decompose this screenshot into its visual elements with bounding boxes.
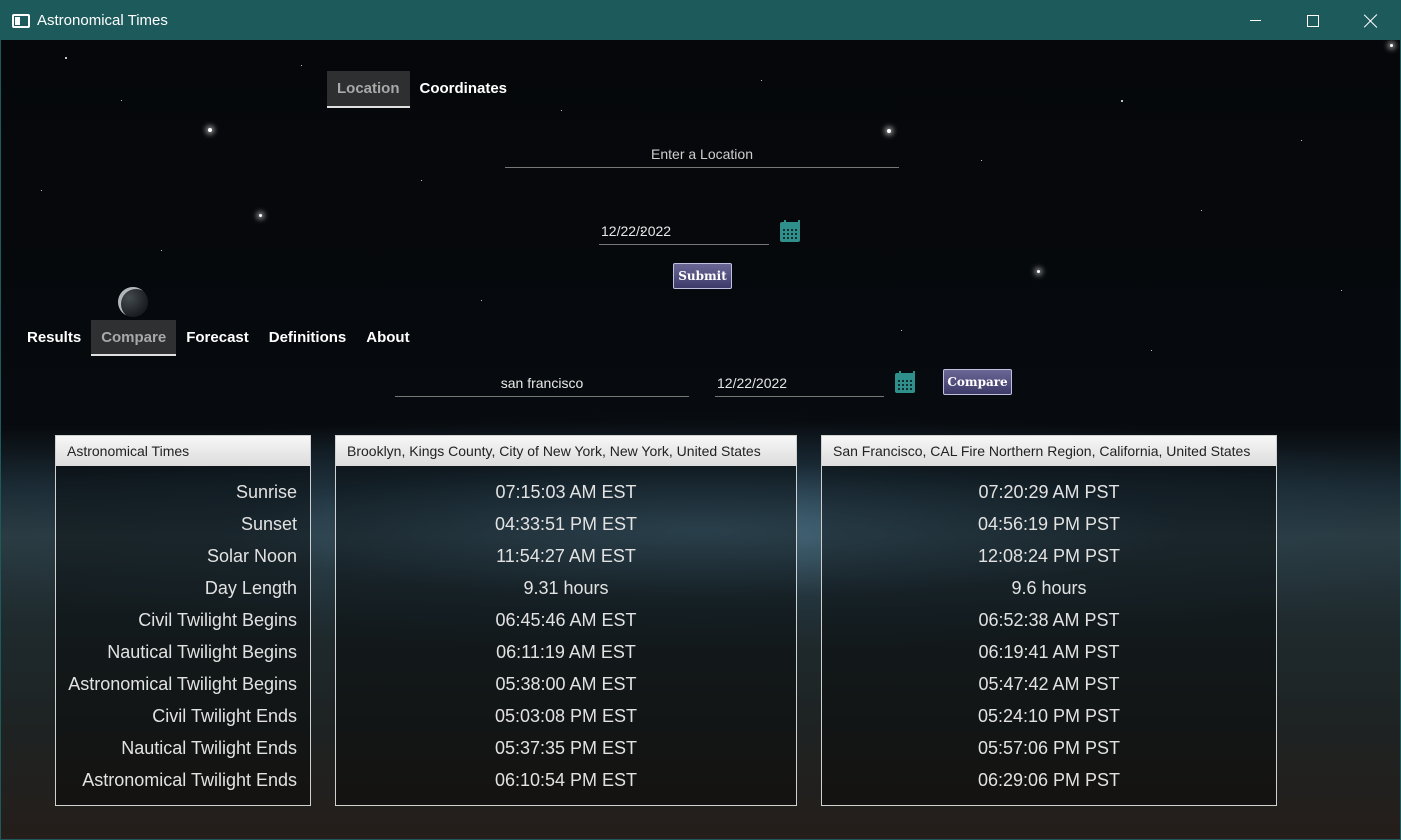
date-input[interactable] <box>599 217 769 245</box>
star-decoration <box>1037 270 1040 273</box>
location1-header: Brooklyn, Kings County, City of New York… <box>336 436 796 466</box>
star-decoration <box>1121 100 1123 102</box>
star-decoration <box>161 250 162 251</box>
value-cell: 07:20:29 AM PST <box>978 482 1120 502</box>
label-sunset: Sunset <box>240 514 297 534</box>
star-decoration <box>121 100 122 101</box>
label-nautical-twilight-ends: Nautical Twilight Ends <box>121 738 297 758</box>
star-decoration <box>1341 290 1342 291</box>
location2-header: San Francisco, CAL Fire Northern Region,… <box>822 436 1276 466</box>
tab-definitions[interactable]: Definitions <box>259 320 357 356</box>
moon-decoration <box>118 287 148 317</box>
star-decoration <box>208 128 212 132</box>
labels-header: Astronomical Times <box>56 436 310 466</box>
location1-values: 07:15:03 AM EST 04:33:51 PM EST 11:54:27… <box>336 466 796 796</box>
calendar-icon[interactable] <box>780 220 800 242</box>
maximize-button[interactable] <box>1284 1 1342 40</box>
value-cell: 05:03:08 PM EST <box>494 706 638 726</box>
value-cell: 06:19:41 AM PST <box>978 642 1120 662</box>
value-cell: 06:45:46 AM EST <box>495 610 637 630</box>
minimize-icon <box>1249 20 1261 21</box>
value-cell: 05:57:06 PM PST <box>977 738 1121 758</box>
value-cell: 9.6 hours <box>1011 578 1087 598</box>
value-cell: 04:56:19 PM PST <box>977 514 1121 534</box>
location1-panel: Brooklyn, Kings County, City of New York… <box>335 435 797 806</box>
tab-location[interactable]: Location <box>327 71 410 108</box>
value-cell: 05:38:00 AM EST <box>495 674 637 694</box>
labels-list: Sunrise Sunset Solar Noon Day Length Civ… <box>56 466 310 796</box>
location2-values: 07:20:29 AM PST 04:56:19 PM PST 12:08:24… <box>822 466 1276 796</box>
submit-button[interactable]: Submit <box>673 263 732 289</box>
value-cell: 06:52:38 AM PST <box>978 610 1120 630</box>
label-sunrise: Sunrise <box>235 482 297 502</box>
compare-location-input[interactable] <box>395 369 689 397</box>
star-decoration <box>887 129 891 133</box>
star-decoration <box>421 180 422 181</box>
star-decoration <box>1301 140 1302 141</box>
value-cell: 06:11:19 AM EST <box>496 642 636 662</box>
star-decoration <box>41 190 42 191</box>
star-decoration <box>1390 44 1393 47</box>
value-cell: 9.31 hours <box>523 578 609 598</box>
star-decoration <box>1151 350 1152 351</box>
star-decoration <box>1201 210 1202 211</box>
value-cell: 05:47:42 AM PST <box>978 674 1120 694</box>
view-tabs: Results Compare Forecast Definitions Abo… <box>17 320 420 356</box>
label-solar-noon: Solar Noon <box>206 546 297 566</box>
value-cell: 05:37:35 PM EST <box>494 738 638 758</box>
location-input[interactable] <box>505 140 899 168</box>
label-day-length: Day Length <box>204 578 297 598</box>
compare-calendar-icon[interactable] <box>895 371 915 393</box>
compare-button[interactable]: Compare <box>943 369 1012 395</box>
label-nautical-twilight-begins: Nautical Twilight Begins <box>107 642 297 662</box>
star-decoration <box>481 300 482 301</box>
window-title: Astronomical Times <box>37 12 168 29</box>
value-cell: 06:29:06 PM PST <box>977 770 1121 790</box>
location2-panel: San Francisco, CAL Fire Northern Region,… <box>821 435 1277 806</box>
star-decoration <box>981 160 982 161</box>
main-content: Location Coordinates Submit Results Comp… <box>1 40 1400 839</box>
value-cell: 12:08:24 PM PST <box>977 546 1121 566</box>
tab-about[interactable]: About <box>356 320 419 356</box>
star-decoration <box>259 214 262 217</box>
label-astronomical-twilight-ends: Astronomical Twilight Ends <box>82 770 297 790</box>
close-button[interactable] <box>1342 1 1400 40</box>
window-controls <box>1226 1 1400 40</box>
tab-results[interactable]: Results <box>17 320 91 356</box>
label-astronomical-twilight-begins: Astronomical Twilight Begins <box>68 674 297 694</box>
tab-forecast[interactable]: Forecast <box>176 320 259 356</box>
value-cell: 04:33:51 PM EST <box>494 514 638 534</box>
app-icon <box>12 13 30 28</box>
star-decoration <box>901 330 902 331</box>
value-cell: 06:10:54 PM EST <box>494 770 638 790</box>
value-cell: 07:15:03 AM EST <box>495 482 637 502</box>
title-bar[interactable]: Astronomical Times <box>1 1 1400 40</box>
close-icon <box>1364 14 1378 28</box>
label-civil-twilight-begins: Civil Twilight Begins <box>138 610 297 630</box>
tab-compare[interactable]: Compare <box>91 320 177 356</box>
star-decoration <box>301 65 302 66</box>
location-mode-tabs: Location Coordinates <box>327 71 517 108</box>
star-decoration <box>561 110 562 111</box>
value-cell: 05:24:10 PM PST <box>977 706 1121 726</box>
tab-coordinates[interactable]: Coordinates <box>410 71 518 108</box>
minimize-button[interactable] <box>1226 1 1284 40</box>
star-decoration <box>761 80 762 81</box>
maximize-icon <box>1307 14 1319 27</box>
labels-panel: Astronomical Times Sunrise Sunset Solar … <box>55 435 311 806</box>
value-cell: 11:54:27 AM EST <box>496 546 636 566</box>
star-decoration <box>65 57 67 59</box>
compare-date-input[interactable] <box>715 369 884 397</box>
label-civil-twilight-ends: Civil Twilight Ends <box>152 706 297 726</box>
app-window: Astronomical Times Location Coordinates … <box>0 0 1401 840</box>
